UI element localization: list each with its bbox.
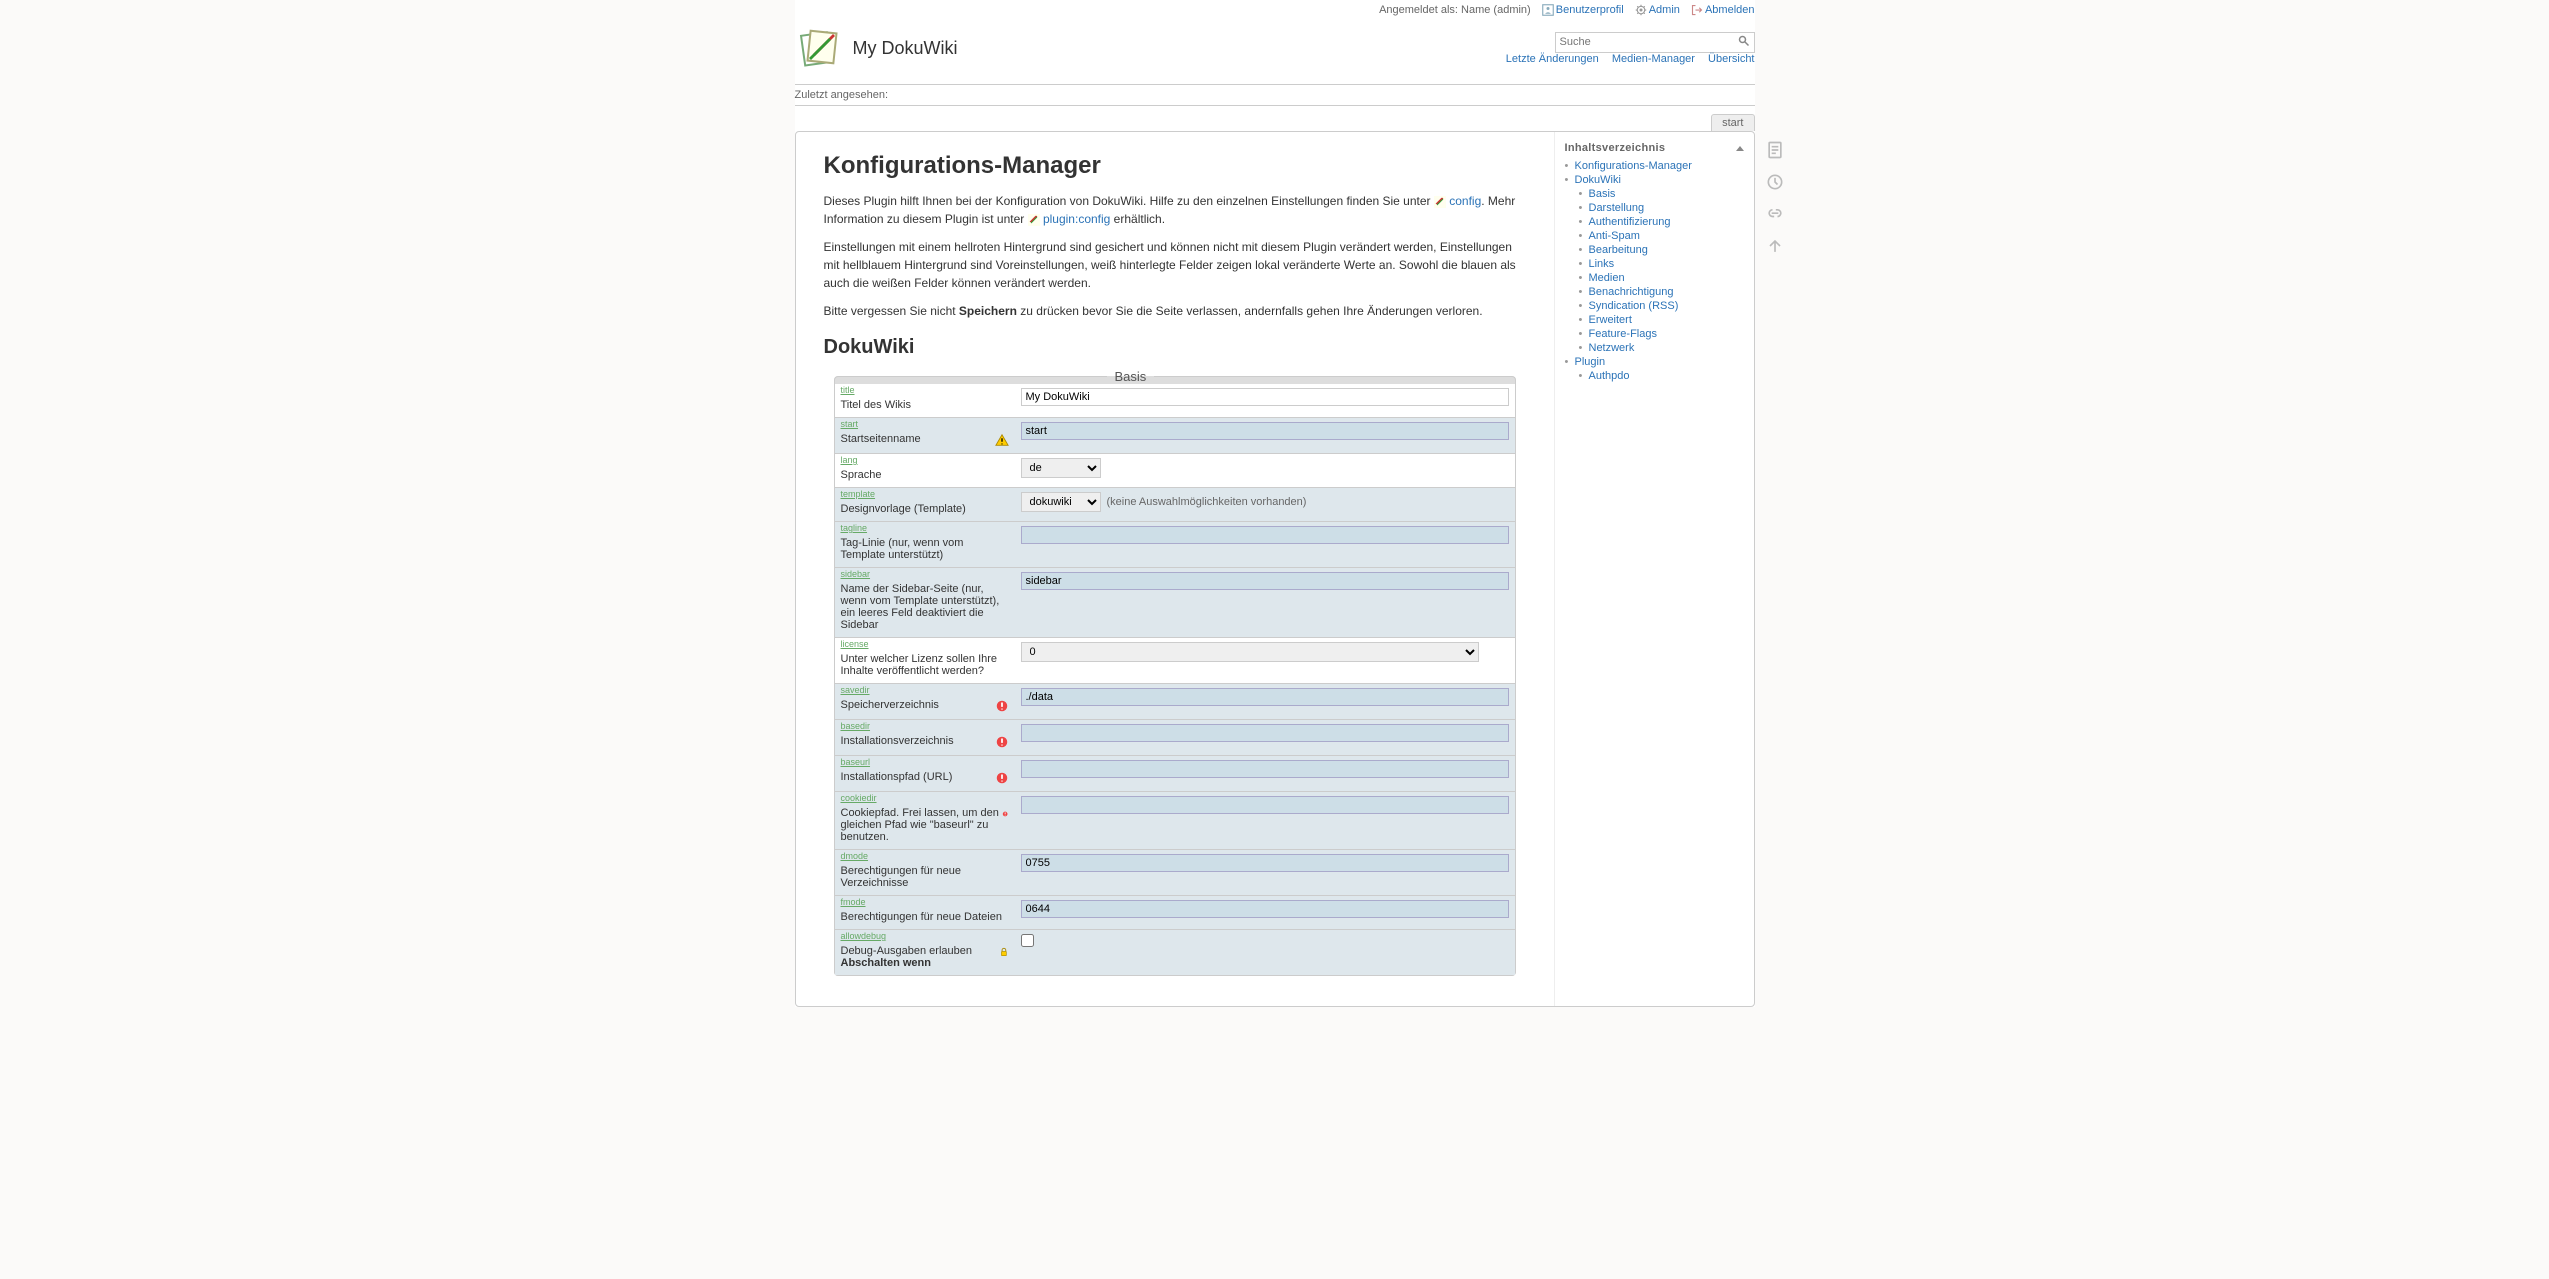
toc-link[interactable]: Plugin — [1575, 356, 1606, 368]
row-license: licenseUnter welcher Lizenz sollen Ihre … — [835, 637, 1515, 683]
toc-link[interactable]: Authentifizierung — [1589, 216, 1671, 228]
checkbox-allowdebug[interactable] — [1021, 934, 1034, 947]
toc-link[interactable]: Bearbeitung — [1589, 244, 1648, 256]
security-icon — [999, 945, 1009, 959]
input-savedir[interactable] — [1021, 688, 1509, 706]
top-icon[interactable] — [1765, 236, 1785, 256]
config-link[interactable]: config — [1449, 194, 1481, 208]
profile-link[interactable]: Benutzerprofil — [1542, 4, 1624, 16]
backlinks-icon[interactable] — [1765, 204, 1785, 224]
user-tools: Angemeldet als: Name (admin) Benutzerpro… — [795, 0, 1755, 20]
toc-link[interactable]: Anti-Spam — [1589, 230, 1640, 242]
interwiki-icon — [1434, 196, 1446, 208]
toc-link[interactable]: Erweitert — [1589, 314, 1632, 326]
danger-icon — [995, 699, 1009, 713]
row-dmode: dmodeBerechtigungen für neue Verzeichnis… — [835, 849, 1515, 895]
row-allowdebug: allowdebugDebug-Ausgaben erlauben Abscha… — [835, 929, 1515, 975]
row-title: titleTitel des Wikis — [835, 384, 1515, 417]
input-fmode[interactable] — [1021, 900, 1509, 918]
search-button[interactable] — [1734, 33, 1754, 52]
row-lang: langSprache de — [835, 453, 1515, 487]
input-basedir[interactable] — [1021, 724, 1509, 742]
fieldset-basis: Basis titleTitel des Wikis startStartsei… — [834, 369, 1516, 976]
toc-link[interactable]: DokuWiki — [1575, 174, 1621, 186]
section-dokuwiki: DokuWiki — [824, 336, 1526, 359]
select-template[interactable]: dokuwiki — [1021, 492, 1101, 512]
toc-link[interactable]: Links — [1589, 258, 1615, 270]
row-baseurl: baseurlInstallationspfad (URL) — [835, 755, 1515, 791]
recent-changes-link[interactable]: Letzte Änderungen — [1506, 53, 1599, 65]
search-input[interactable] — [1556, 34, 1734, 50]
chevron-up-icon[interactable] — [1736, 146, 1744, 151]
dokuwiki-logo — [795, 24, 843, 72]
page-tools-links: Letzte Änderungen Medien-Manager Übersic… — [1496, 53, 1755, 65]
toc-link[interactable]: Benachrichtigung — [1589, 286, 1674, 298]
select-license[interactable]: 0 — [1021, 642, 1479, 662]
show-page-icon[interactable] — [1765, 140, 1785, 160]
tab-start[interactable]: start — [1711, 114, 1754, 131]
row-template: templateDesignvorlage (Template) dokuwik… — [835, 487, 1515, 521]
danger-icon — [995, 771, 1009, 785]
toc: Inhaltsverzeichnis Konfigurations-Manage… — [1554, 132, 1754, 1006]
media-manager-link[interactable]: Medien-Manager — [1612, 53, 1695, 65]
site-name[interactable]: My DokuWiki — [853, 38, 958, 59]
danger-icon — [995, 735, 1009, 749]
toc-link[interactable]: Medien — [1589, 272, 1625, 284]
revisions-icon[interactable] — [1765, 172, 1785, 192]
sitemap-link[interactable]: Übersicht — [1708, 53, 1754, 65]
toc-link[interactable]: Netzwerk — [1589, 342, 1635, 354]
row-start: startStartseitenname — [835, 417, 1515, 453]
row-fmode: fmodeBerechtigungen für neue Dateien — [835, 895, 1515, 929]
legend-basis: Basis — [1107, 369, 1155, 384]
logged-in-label: Angemeldet als: Name (admin) — [1379, 4, 1531, 16]
admin-link[interactable]: Admin — [1635, 4, 1680, 16]
select-lang[interactable]: de — [1021, 458, 1101, 478]
page-tools-side — [1765, 140, 1785, 256]
input-tagline[interactable] — [1021, 526, 1509, 544]
caution-icon — [995, 433, 1009, 447]
row-sidebar: sidebarName der Sidebar-Seite (nur, wenn… — [835, 567, 1515, 637]
input-title[interactable] — [1021, 388, 1509, 406]
input-start[interactable] — [1021, 422, 1509, 440]
input-sidebar[interactable] — [1021, 572, 1509, 590]
header: My DokuWiki Letzte Änderungen Medien-Man… — [795, 20, 1755, 80]
row-basedir: basedirInstallationsverzeichnis — [835, 719, 1515, 755]
row-savedir: savedirSpeicherverzeichnis — [835, 683, 1515, 719]
row-cookiedir: cookiedirCookiepfad. Frei lassen, um den… — [835, 791, 1515, 849]
input-dmode[interactable] — [1021, 854, 1509, 872]
toc-link[interactable]: Darstellung — [1589, 202, 1645, 214]
input-cookiedir[interactable] — [1021, 796, 1509, 814]
toc-link[interactable]: Konfigurations-Manager — [1575, 160, 1692, 172]
input-baseurl[interactable] — [1021, 760, 1509, 778]
toc-link[interactable]: Authpdo — [1589, 370, 1630, 382]
danger-icon — [1002, 807, 1008, 821]
row-tagline: taglineTag-Linie (nur, wenn vom Template… — [835, 521, 1515, 567]
toc-link[interactable]: Feature-Flags — [1589, 328, 1657, 340]
page-title: Konfigurations-Manager — [824, 152, 1526, 180]
breadcrumb: Zuletzt angesehen: — [795, 84, 1755, 106]
template-note: (keine Auswahlmöglichkeiten vorhanden) — [1107, 496, 1307, 508]
toc-link[interactable]: Syndication (RSS) — [1589, 300, 1679, 312]
plugin-config-link[interactable]: plugin:config — [1043, 212, 1110, 226]
search-box — [1555, 32, 1755, 53]
interwiki-icon — [1028, 214, 1040, 226]
main-content: Konfigurations-Manager Dieses Plugin hil… — [796, 132, 1554, 1006]
toc-link[interactable]: Basis — [1589, 188, 1616, 200]
toc-title: Inhaltsverzeichnis — [1565, 142, 1666, 154]
logout-link[interactable]: Abmelden — [1691, 4, 1755, 16]
